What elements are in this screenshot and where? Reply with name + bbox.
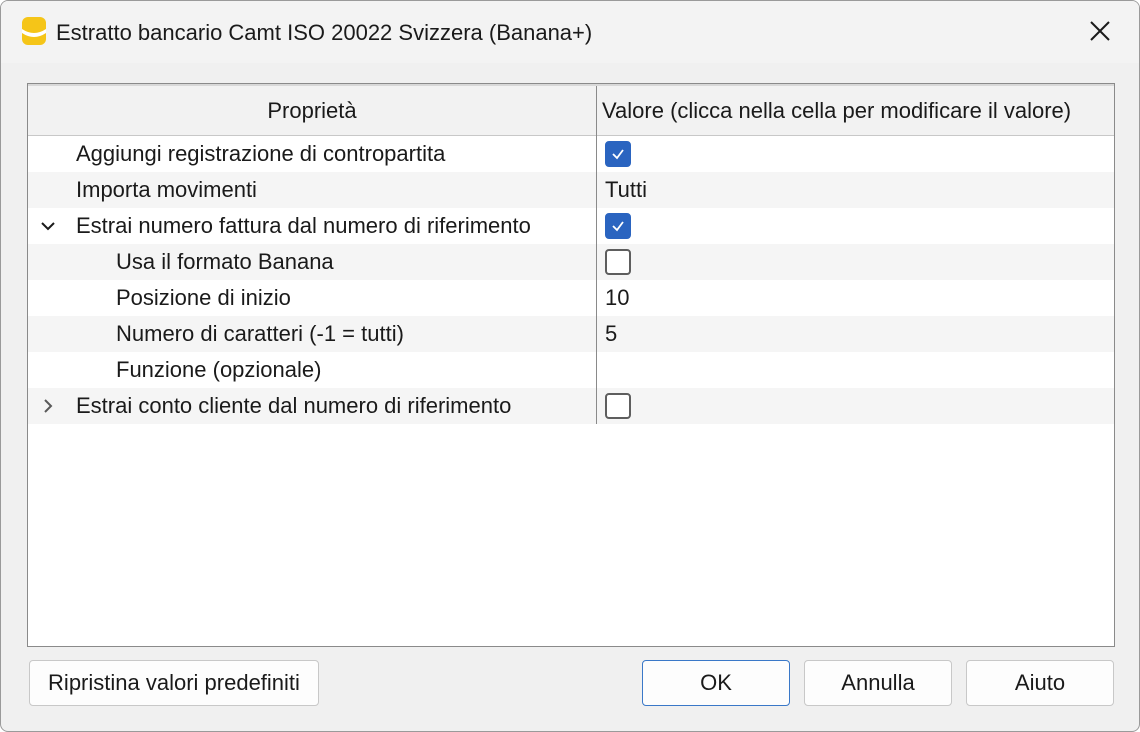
value-cell[interactable] [596, 136, 1114, 172]
property-label: Importa movimenti [76, 177, 257, 202]
property-label: Estrai conto cliente dal numero di rifer… [76, 393, 512, 418]
property-label: Aggiungi registrazione di contropartita [76, 141, 446, 166]
checkbox-estrai-conto-cliente[interactable] [605, 393, 631, 419]
checkbox-aggiungi-registrazione[interactable] [605, 141, 631, 167]
title-bar: Estratto bancario Camt ISO 20022 Svizzer… [1, 1, 1139, 63]
column-header-property[interactable]: Proprietà [28, 86, 596, 136]
grid-header: Proprietà Valore (clicca nella cella per… [28, 84, 1114, 136]
dialog-window: Estratto bancario Camt ISO 20022 Svizzer… [0, 0, 1140, 732]
cancel-button[interactable]: Annulla [804, 660, 952, 706]
value-cell-funzione[interactable] [596, 352, 1114, 388]
checkbox-usa-formato-banana[interactable] [605, 249, 631, 275]
close-button[interactable] [1075, 13, 1125, 53]
value-cell-importa-movimenti[interactable]: Tutti [596, 172, 1114, 208]
grid-row-posizione-inizio[interactable]: Posizione di inizio 10 [28, 280, 1114, 316]
property-label: Numero di caratteri (-1 = tutti) [116, 321, 404, 346]
value-cell[interactable] [596, 244, 1114, 280]
ok-button[interactable]: OK [642, 660, 790, 706]
grid-rows: Aggiungi registrazione di contropartita … [28, 136, 1114, 424]
value-cell[interactable] [596, 208, 1114, 244]
grid-row-funzione[interactable]: Funzione (opzionale) [28, 352, 1114, 388]
checkbox-estrai-numero-fattura[interactable] [605, 213, 631, 239]
window-title: Estratto bancario Camt ISO 20022 Svizzer… [56, 20, 593, 45]
value-cell[interactable] [596, 388, 1114, 424]
value-cell-numero-caratteri[interactable]: 5 [596, 316, 1114, 352]
grid-row-importa-movimenti[interactable]: Importa movimenti Tutti [28, 172, 1114, 208]
property-label: Funzione (opzionale) [116, 357, 322, 382]
grid-row-estrai-conto-cliente[interactable]: Estrai conto cliente dal numero di rifer… [28, 388, 1114, 424]
column-header-value[interactable]: Valore (clicca nella cella per modificar… [596, 86, 1112, 136]
property-grid: Proprietà Valore (clicca nella cella per… [27, 83, 1115, 647]
banana-app-icon [21, 15, 47, 47]
grid-row-usa-formato-banana[interactable]: Usa il formato Banana [28, 244, 1114, 280]
property-label: Usa il formato Banana [116, 249, 334, 274]
grid-row-numero-caratteri[interactable]: Numero di caratteri (-1 = tutti) 5 [28, 316, 1114, 352]
grid-row-aggiungi-registrazione[interactable]: Aggiungi registrazione di contropartita [28, 136, 1114, 172]
property-label: Posizione di inizio [116, 285, 291, 310]
reset-defaults-button[interactable]: Ripristina valori predefiniti [29, 660, 319, 706]
grid-row-estrai-numero-fattura[interactable]: Estrai numero fattura dal numero di rife… [28, 208, 1114, 244]
close-icon [1089, 20, 1111, 47]
help-button[interactable]: Aiuto [966, 660, 1114, 706]
property-label: Estrai numero fattura dal numero di rife… [76, 213, 531, 238]
value-cell-posizione-inizio[interactable]: 10 [596, 280, 1114, 316]
